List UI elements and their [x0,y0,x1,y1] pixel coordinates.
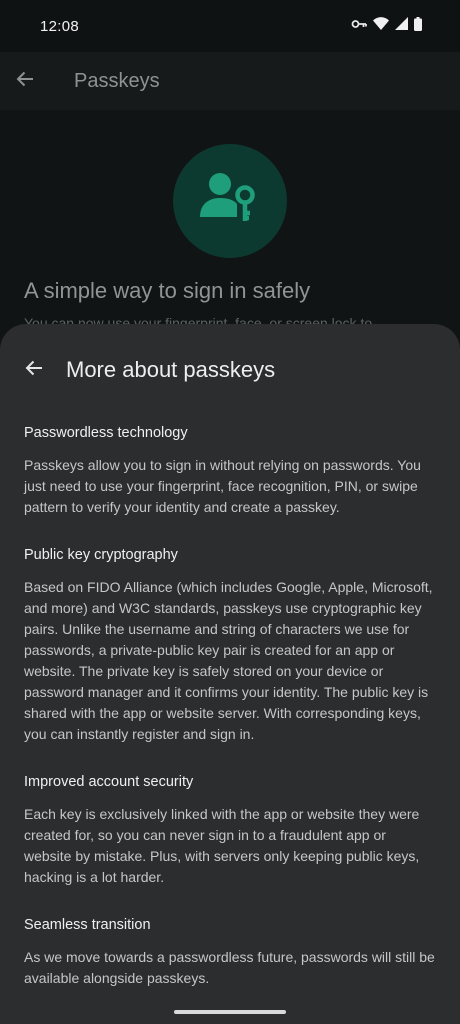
sheet-header: More about passkeys [0,348,460,392]
section-passwordless: Passwordless technology Passkeys allow y… [24,424,436,518]
status-bar: 12:08 [0,0,460,52]
section-body: As we move towards a passwordless future… [24,949,435,986]
arrow-back-icon [24,358,44,383]
info-sections: Passwordless technology Passkeys allow y… [24,424,436,1017]
sheet-title: More about passkeys [66,357,276,382]
section-transition: Seamless transition As we move towards a… [24,916,436,989]
section-body: Each key is exclusively linked with the … [24,806,420,885]
section-public-key: Public key cryptography Based on FIDO Al… [24,546,436,745]
section-heading: Improved account security [24,774,194,790]
section-heading: Seamless transition [24,917,151,933]
page-title: Passkeys [74,69,160,92]
wifi-icon [373,17,389,35]
section-heading: Passwordless technology [24,425,188,441]
section-security: Improved account security Each key is ex… [24,773,436,888]
back-button[interactable] [0,56,50,106]
status-time: 12:08 [40,17,80,35]
hero-title: A simple way to sign in safely [24,278,311,303]
hero-illustration [173,144,287,258]
section-body: Based on FIDO Alliance (which includes G… [24,579,433,742]
section-body: Passkeys allow you to sign in without re… [24,457,421,515]
battery-icon [414,16,422,36]
home-indicator[interactable] [174,1010,286,1014]
bottom-sheet: More about passkeys Passwordless technol… [0,324,460,1024]
section-heading: Public key cryptography [24,547,178,563]
cellular-signal-icon [395,17,408,35]
sheet-back-button[interactable] [10,348,58,392]
status-icons [351,16,422,36]
arrow-back-icon [15,69,35,94]
app-bar: Passkeys [0,52,460,110]
person-key-icon [198,169,262,234]
vpn-key-icon [351,17,367,35]
